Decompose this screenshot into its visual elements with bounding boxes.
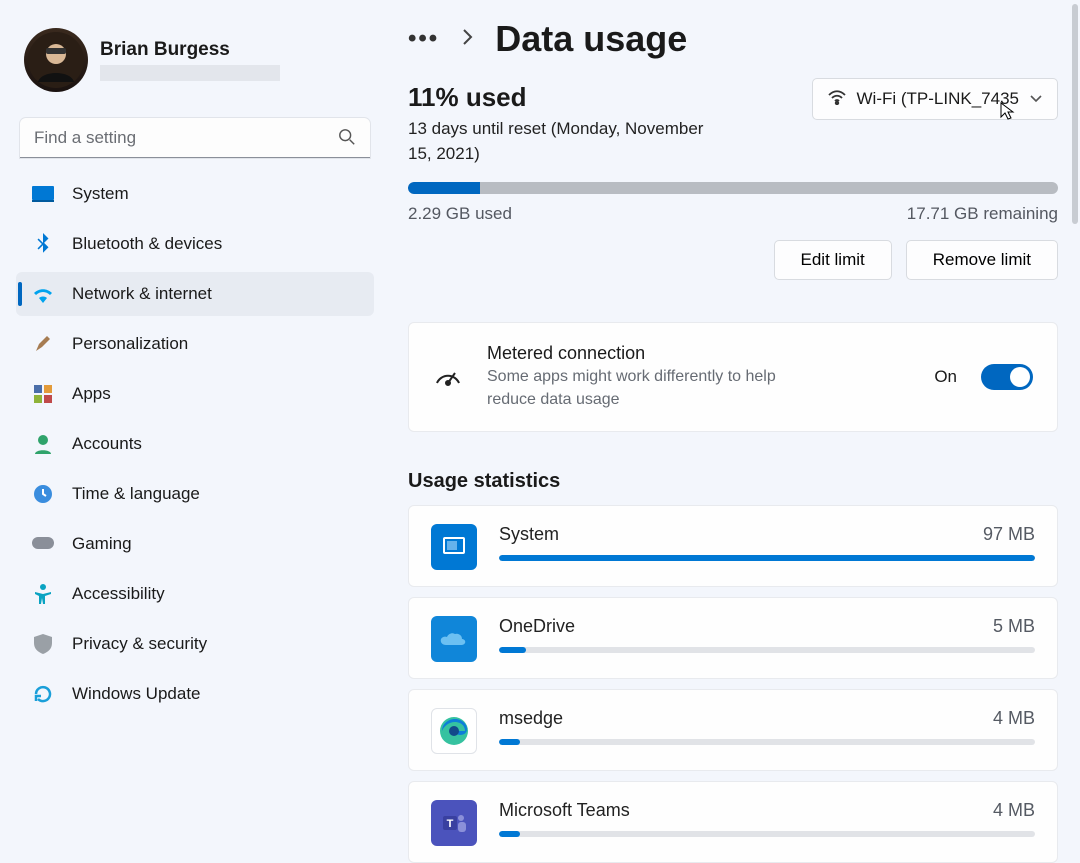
app-value: 4 MB bbox=[993, 708, 1035, 729]
sidebar: Brian Burgess System Bluetooth & devices… bbox=[0, 0, 390, 736]
sidebar-item-label: Gaming bbox=[72, 534, 132, 554]
sidebar-item-apps[interactable]: Apps bbox=[16, 372, 374, 416]
clock-icon bbox=[32, 483, 54, 505]
search-field[interactable] bbox=[20, 118, 370, 158]
metered-title: Metered connection bbox=[487, 343, 910, 364]
sidebar-item-label: Apps bbox=[72, 384, 111, 404]
edge-icon bbox=[431, 708, 477, 754]
remaining-label: 17.71 GB remaining bbox=[907, 204, 1058, 224]
app-value: 97 MB bbox=[983, 524, 1035, 545]
sidebar-item-label: Accounts bbox=[72, 434, 142, 454]
metered-sub: Some apps might work differently to help… bbox=[487, 366, 807, 411]
usage-stats-heading: Usage statistics bbox=[408, 470, 1058, 493]
search-icon bbox=[338, 128, 356, 151]
sidebar-item-label: Network & internet bbox=[72, 284, 212, 304]
chevron-right-icon bbox=[461, 28, 473, 51]
accessibility-icon bbox=[32, 583, 54, 605]
sidebar-item-label: Windows Update bbox=[72, 684, 201, 704]
breadcrumb-ellipsis[interactable]: ••• bbox=[408, 25, 439, 53]
shield-icon bbox=[32, 633, 54, 655]
app-row-teams[interactable]: T Microsoft Teams 4 MB bbox=[408, 781, 1058, 863]
app-usage-bar bbox=[499, 647, 1035, 653]
sidebar-item-gaming[interactable]: Gaming bbox=[16, 522, 374, 566]
scrollbar[interactable] bbox=[1072, 4, 1078, 224]
network-selector-label: Wi-Fi (TP-LINK_7435 bbox=[857, 89, 1019, 109]
sidebar-item-label: Bluetooth & devices bbox=[72, 234, 222, 254]
sidebar-item-network[interactable]: Network & internet bbox=[16, 272, 374, 316]
bluetooth-icon bbox=[32, 233, 54, 255]
metered-toggle[interactable] bbox=[981, 364, 1033, 390]
sidebar-item-personalization[interactable]: Personalization bbox=[16, 322, 374, 366]
app-name: msedge bbox=[499, 708, 563, 729]
main-content: ••• Data usage 11% used 13 days until re… bbox=[408, 18, 1058, 854]
sidebar-item-label: System bbox=[72, 184, 129, 204]
app-value: 5 MB bbox=[993, 616, 1035, 637]
user-block[interactable]: Brian Burgess bbox=[16, 20, 374, 100]
remove-limit-button[interactable]: Remove limit bbox=[906, 240, 1058, 280]
used-label: 2.29 GB used bbox=[408, 204, 512, 224]
metered-connection-card: Metered connection Some apps might work … bbox=[408, 322, 1058, 432]
avatar bbox=[24, 28, 88, 92]
usage-progress-fill bbox=[408, 182, 480, 194]
sidebar-item-time[interactable]: Time & language bbox=[16, 472, 374, 516]
chevron-down-icon bbox=[1029, 89, 1043, 109]
breadcrumb: ••• Data usage bbox=[408, 18, 1058, 60]
app-name: OneDrive bbox=[499, 616, 575, 637]
sidebar-item-accessibility[interactable]: Accessibility bbox=[16, 572, 374, 616]
app-usage-bar bbox=[499, 739, 1035, 745]
system-app-icon bbox=[431, 524, 477, 570]
sidebar-item-accounts[interactable]: Accounts bbox=[16, 422, 374, 466]
edit-limit-button[interactable]: Edit limit bbox=[774, 240, 892, 280]
sidebar-item-privacy[interactable]: Privacy & security bbox=[16, 622, 374, 666]
sidebar-item-update[interactable]: Windows Update bbox=[16, 672, 374, 716]
app-usage-bar bbox=[499, 555, 1035, 561]
gamepad-icon bbox=[32, 533, 54, 555]
sidebar-item-label: Time & language bbox=[72, 484, 200, 504]
user-subtext bbox=[100, 65, 280, 81]
svg-text:T: T bbox=[447, 818, 454, 830]
toggle-state-label: On bbox=[934, 367, 957, 387]
app-value: 4 MB bbox=[993, 800, 1035, 821]
apps-icon bbox=[32, 383, 54, 405]
usage-reset-note: 13 days until reset (Monday, November 15… bbox=[408, 117, 728, 166]
usage-progress-bar bbox=[408, 182, 1058, 194]
gauge-icon bbox=[433, 363, 463, 392]
paintbrush-icon bbox=[32, 333, 54, 355]
wifi-icon bbox=[827, 89, 847, 110]
sidebar-item-label: Accessibility bbox=[72, 584, 165, 604]
app-row-msedge[interactable]: msedge 4 MB bbox=[408, 689, 1058, 771]
person-icon bbox=[32, 433, 54, 455]
sidebar-item-system[interactable]: System bbox=[16, 172, 374, 216]
app-name: System bbox=[499, 524, 559, 545]
sidebar-item-label: Privacy & security bbox=[72, 634, 207, 654]
app-name: Microsoft Teams bbox=[499, 800, 630, 821]
update-icon bbox=[32, 683, 54, 705]
onedrive-icon bbox=[431, 616, 477, 662]
user-name: Brian Burgess bbox=[100, 39, 280, 61]
usage-summary: 11% used 13 days until reset (Monday, No… bbox=[408, 82, 1058, 280]
mouse-cursor bbox=[1000, 102, 1016, 127]
search-input[interactable] bbox=[20, 118, 370, 158]
sidebar-item-label: Personalization bbox=[72, 334, 188, 354]
app-row-onedrive[interactable]: OneDrive 5 MB bbox=[408, 597, 1058, 679]
teams-icon: T bbox=[431, 800, 477, 846]
wifi-icon bbox=[32, 283, 54, 305]
app-usage-bar bbox=[499, 831, 1035, 837]
page-title: Data usage bbox=[495, 18, 687, 60]
app-row-system[interactable]: System 97 MB bbox=[408, 505, 1058, 587]
sidebar-item-bluetooth[interactable]: Bluetooth & devices bbox=[16, 222, 374, 266]
system-icon bbox=[32, 183, 54, 205]
network-selector[interactable]: Wi-Fi (TP-LINK_7435 bbox=[812, 78, 1058, 120]
toggle-knob bbox=[1010, 367, 1030, 387]
